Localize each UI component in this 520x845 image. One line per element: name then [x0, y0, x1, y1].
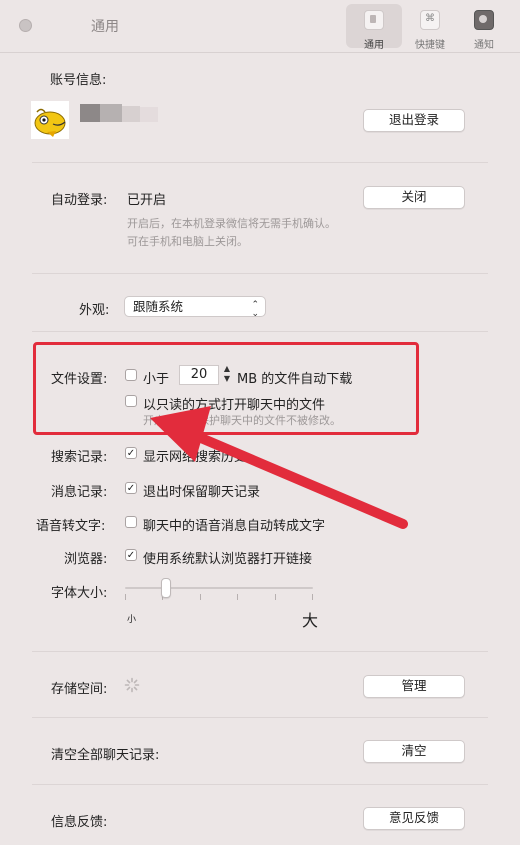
account-label: 账号信息:: [50, 73, 107, 88]
keep-messages-checkbox[interactable]: ✓: [125, 482, 137, 494]
auto-download-checkbox[interactable]: [125, 369, 137, 381]
appearance-value: 跟随系统: [133, 299, 184, 314]
file-settings-label: 文件设置:: [51, 372, 108, 387]
close-window-button[interactable]: [19, 19, 32, 32]
storage-label: 存储空间:: [51, 682, 108, 697]
tab-notifications[interactable]: 通知: [456, 4, 512, 51]
default-browser-checkbox[interactable]: ✓: [125, 549, 137, 561]
account-name-blurred: [80, 104, 160, 122]
slider-tick: [125, 594, 126, 600]
logout-button[interactable]: 退出登录: [363, 109, 465, 132]
divider: [32, 651, 488, 652]
readonly-files-checkbox[interactable]: [125, 395, 137, 407]
search-history-checkbox[interactable]: ✓: [125, 447, 137, 459]
divider: [32, 717, 488, 718]
tab-shortcuts-label: 快捷键: [415, 40, 445, 51]
clear-history-button[interactable]: 清空: [363, 740, 465, 763]
manage-storage-button[interactable]: 管理: [363, 675, 465, 698]
voice-to-text-option: 聊天中的语音消息自动转成文字: [143, 519, 326, 534]
chevron-updown-icon: ⌃ ⌄: [251, 300, 259, 319]
appearance-label: 外观:: [79, 303, 110, 318]
tab-shortcuts[interactable]: ⌘ 快捷键: [402, 4, 458, 51]
notification-icon: [474, 10, 494, 30]
slider-tick: [200, 594, 201, 600]
autologin-hint-1: 开启后，在本机登录微信将无需手机确认。: [127, 217, 336, 230]
general-icon: [364, 10, 384, 30]
font-size-slider-track[interactable]: [125, 587, 313, 589]
slider-tick: [275, 594, 276, 600]
font-size-large-label: 大: [302, 611, 319, 630]
keep-messages-option: 退出时保留聊天记录: [143, 485, 261, 500]
browser-label: 浏览器:: [64, 552, 108, 567]
appearance-select[interactable]: 跟随系统 ⌃ ⌄: [124, 296, 266, 319]
avatar: [31, 101, 69, 139]
search-history-option: 显示网络搜索历史: [143, 450, 248, 465]
font-size-small-label: 小: [127, 615, 137, 625]
autologin-status: 已开启: [127, 193, 167, 208]
message-history-label: 消息记录:: [51, 485, 108, 500]
disable-autologin-button[interactable]: 关闭: [363, 186, 465, 209]
autologin-hint-2: 可在手机和电脑上关闭。: [127, 235, 248, 248]
shortcut-icon: ⌘: [420, 10, 440, 30]
loading-spinner-icon: [124, 677, 140, 693]
tab-notifications-label: 通知: [474, 40, 494, 51]
slider-tick: [237, 594, 238, 600]
autologin-label: 自动登录:: [51, 193, 108, 208]
tab-general-label: 通用: [364, 40, 384, 51]
divider: [32, 784, 488, 785]
readonly-files-hint: 开启后，可保护聊天中的文件不被修改。: [143, 414, 341, 427]
tab-general[interactable]: 通用: [346, 4, 402, 51]
feedback-label: 信息反馈:: [51, 815, 108, 830]
divider: [32, 162, 488, 163]
divider: [32, 331, 488, 332]
default-browser-option: 使用系统默认浏览器打开链接: [143, 552, 313, 567]
search-history-label: 搜索记录:: [51, 450, 108, 465]
file-size-stepper[interactable]: ▲ ▼: [221, 364, 233, 385]
clear-history-label: 清空全部聊天记录:: [51, 748, 160, 763]
feedback-button[interactable]: 意见反馈: [363, 807, 465, 830]
file-size-input[interactable]: 20: [179, 365, 219, 385]
voice-to-text-label: 语音转文字:: [36, 519, 106, 534]
voice-to-text-checkbox[interactable]: [125, 516, 137, 528]
slider-tick: [312, 594, 313, 600]
auto-download-post: MB 的文件自动下载: [237, 372, 353, 387]
divider: [32, 273, 488, 274]
font-size-slider-knob[interactable]: [161, 578, 172, 598]
font-size-label: 字体大小:: [51, 586, 108, 601]
auto-download-pre: 小于: [143, 372, 170, 387]
window-title: 通用: [91, 19, 119, 35]
